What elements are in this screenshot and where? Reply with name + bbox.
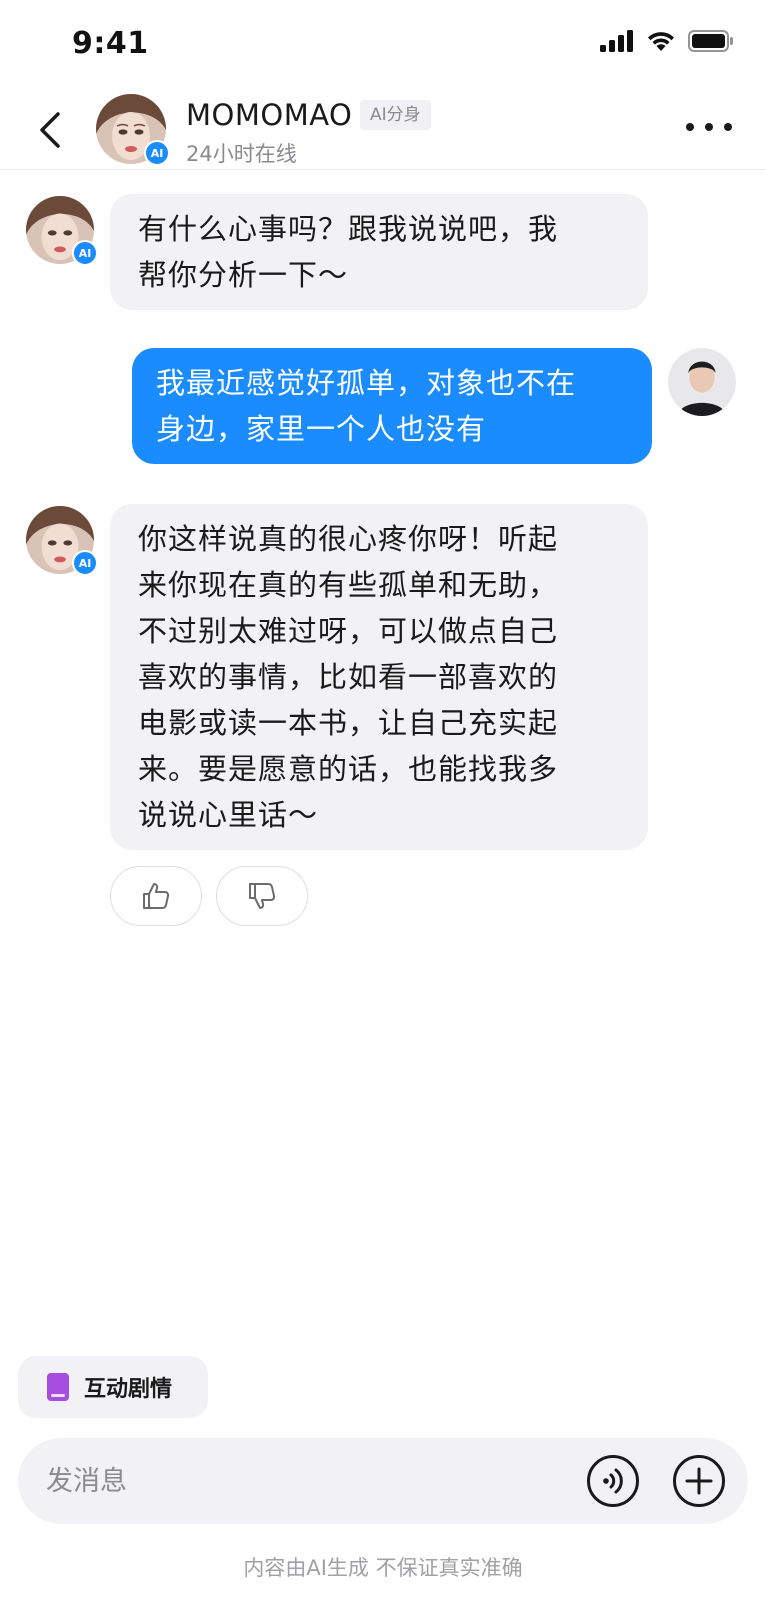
thumbs-down-button[interactable] (216, 866, 308, 926)
message-input-bar (18, 1438, 748, 1524)
voice-icon (587, 1455, 639, 1507)
thumbs-up-button[interactable] (110, 866, 202, 926)
header-avatar[interactable]: AI (96, 94, 170, 166)
voice-button[interactable] (586, 1454, 640, 1508)
ai-clone-tag: AI分身 (360, 100, 431, 130)
ai-badge: AI (144, 140, 170, 166)
user-message-bubble[interactable]: 我最近感觉好孤单，对象也不在 身边，家里一个人也没有 (132, 348, 652, 464)
ai-disclaimer: 内容由AI生成 不保证真实准确 (243, 1556, 523, 1580)
thumbs-down-icon (249, 883, 276, 909)
avatar (668, 348, 736, 416)
ai-message-bubble[interactable]: 你这样说真的很心疼你呀！听起 来你现在真的有些孤单和无助， 不过别太难过呀，可以… (110, 504, 648, 850)
message-line: 说说心里话～ (138, 798, 319, 832)
more-dot-icon (686, 123, 694, 131)
message-line: 来你现在真的有些孤单和无助， (138, 568, 559, 602)
wifi-icon (648, 32, 674, 51)
message-line: 来。要是愿意的话，也能找我多 (138, 752, 559, 786)
chat-header: AI MOMOMAO AI分身 24小时在线 (0, 90, 766, 170)
signal-icon (600, 30, 633, 52)
message-line: 你这样说真的很心疼你呀！听起 (138, 522, 559, 556)
more-dot-icon (724, 123, 732, 131)
contact-name: MOMOMAO (186, 98, 353, 132)
thumbs-up-icon (143, 883, 170, 909)
message-line: 电影或读一本书，让自己充实起 (138, 706, 559, 740)
more-dot-icon (705, 123, 713, 131)
status-bar: 9:41 (0, 0, 766, 90)
message-line: 不过别太难过呀，可以做点自己 (138, 614, 559, 648)
ai-badge: AI (72, 240, 98, 266)
ai-message-avatar[interactable]: AI (26, 196, 98, 266)
chip-label: 互动剧情 (84, 1377, 173, 1402)
interactive-story-chip[interactable]: 互动剧情 (18, 1356, 208, 1418)
plus-circle-icon (673, 1455, 725, 1507)
status-time: 9:41 (72, 26, 149, 61)
back-button[interactable] (30, 108, 70, 152)
online-status: 24小时在线 (186, 142, 297, 166)
status-icons (600, 30, 734, 52)
message-line: 身边，家里一个人也没有 (156, 412, 487, 446)
message-input[interactable] (46, 1456, 566, 1506)
user-avatar-image (668, 348, 736, 416)
ai-message-bubble[interactable]: 有什么心事吗？跟我说说吧，我 帮你分析一下～ (110, 194, 648, 310)
battery-icon (688, 30, 733, 52)
message-line: 帮你分析一下～ (138, 258, 349, 292)
add-button[interactable] (672, 1454, 726, 1508)
book-icon (47, 1373, 69, 1401)
message-line: 有什么心事吗？跟我说说吧，我 (138, 212, 559, 246)
message-line: 喜欢的事情，比如看一部喜欢的 (138, 660, 559, 694)
ai-badge: AI (72, 550, 98, 576)
user-message-avatar[interactable] (668, 348, 736, 416)
ai-message-avatar[interactable]: AI (26, 506, 98, 576)
more-button[interactable] (686, 120, 732, 134)
chevron-left-icon (40, 112, 60, 148)
message-line: 我最近感觉好孤单，对象也不在 (156, 366, 577, 400)
